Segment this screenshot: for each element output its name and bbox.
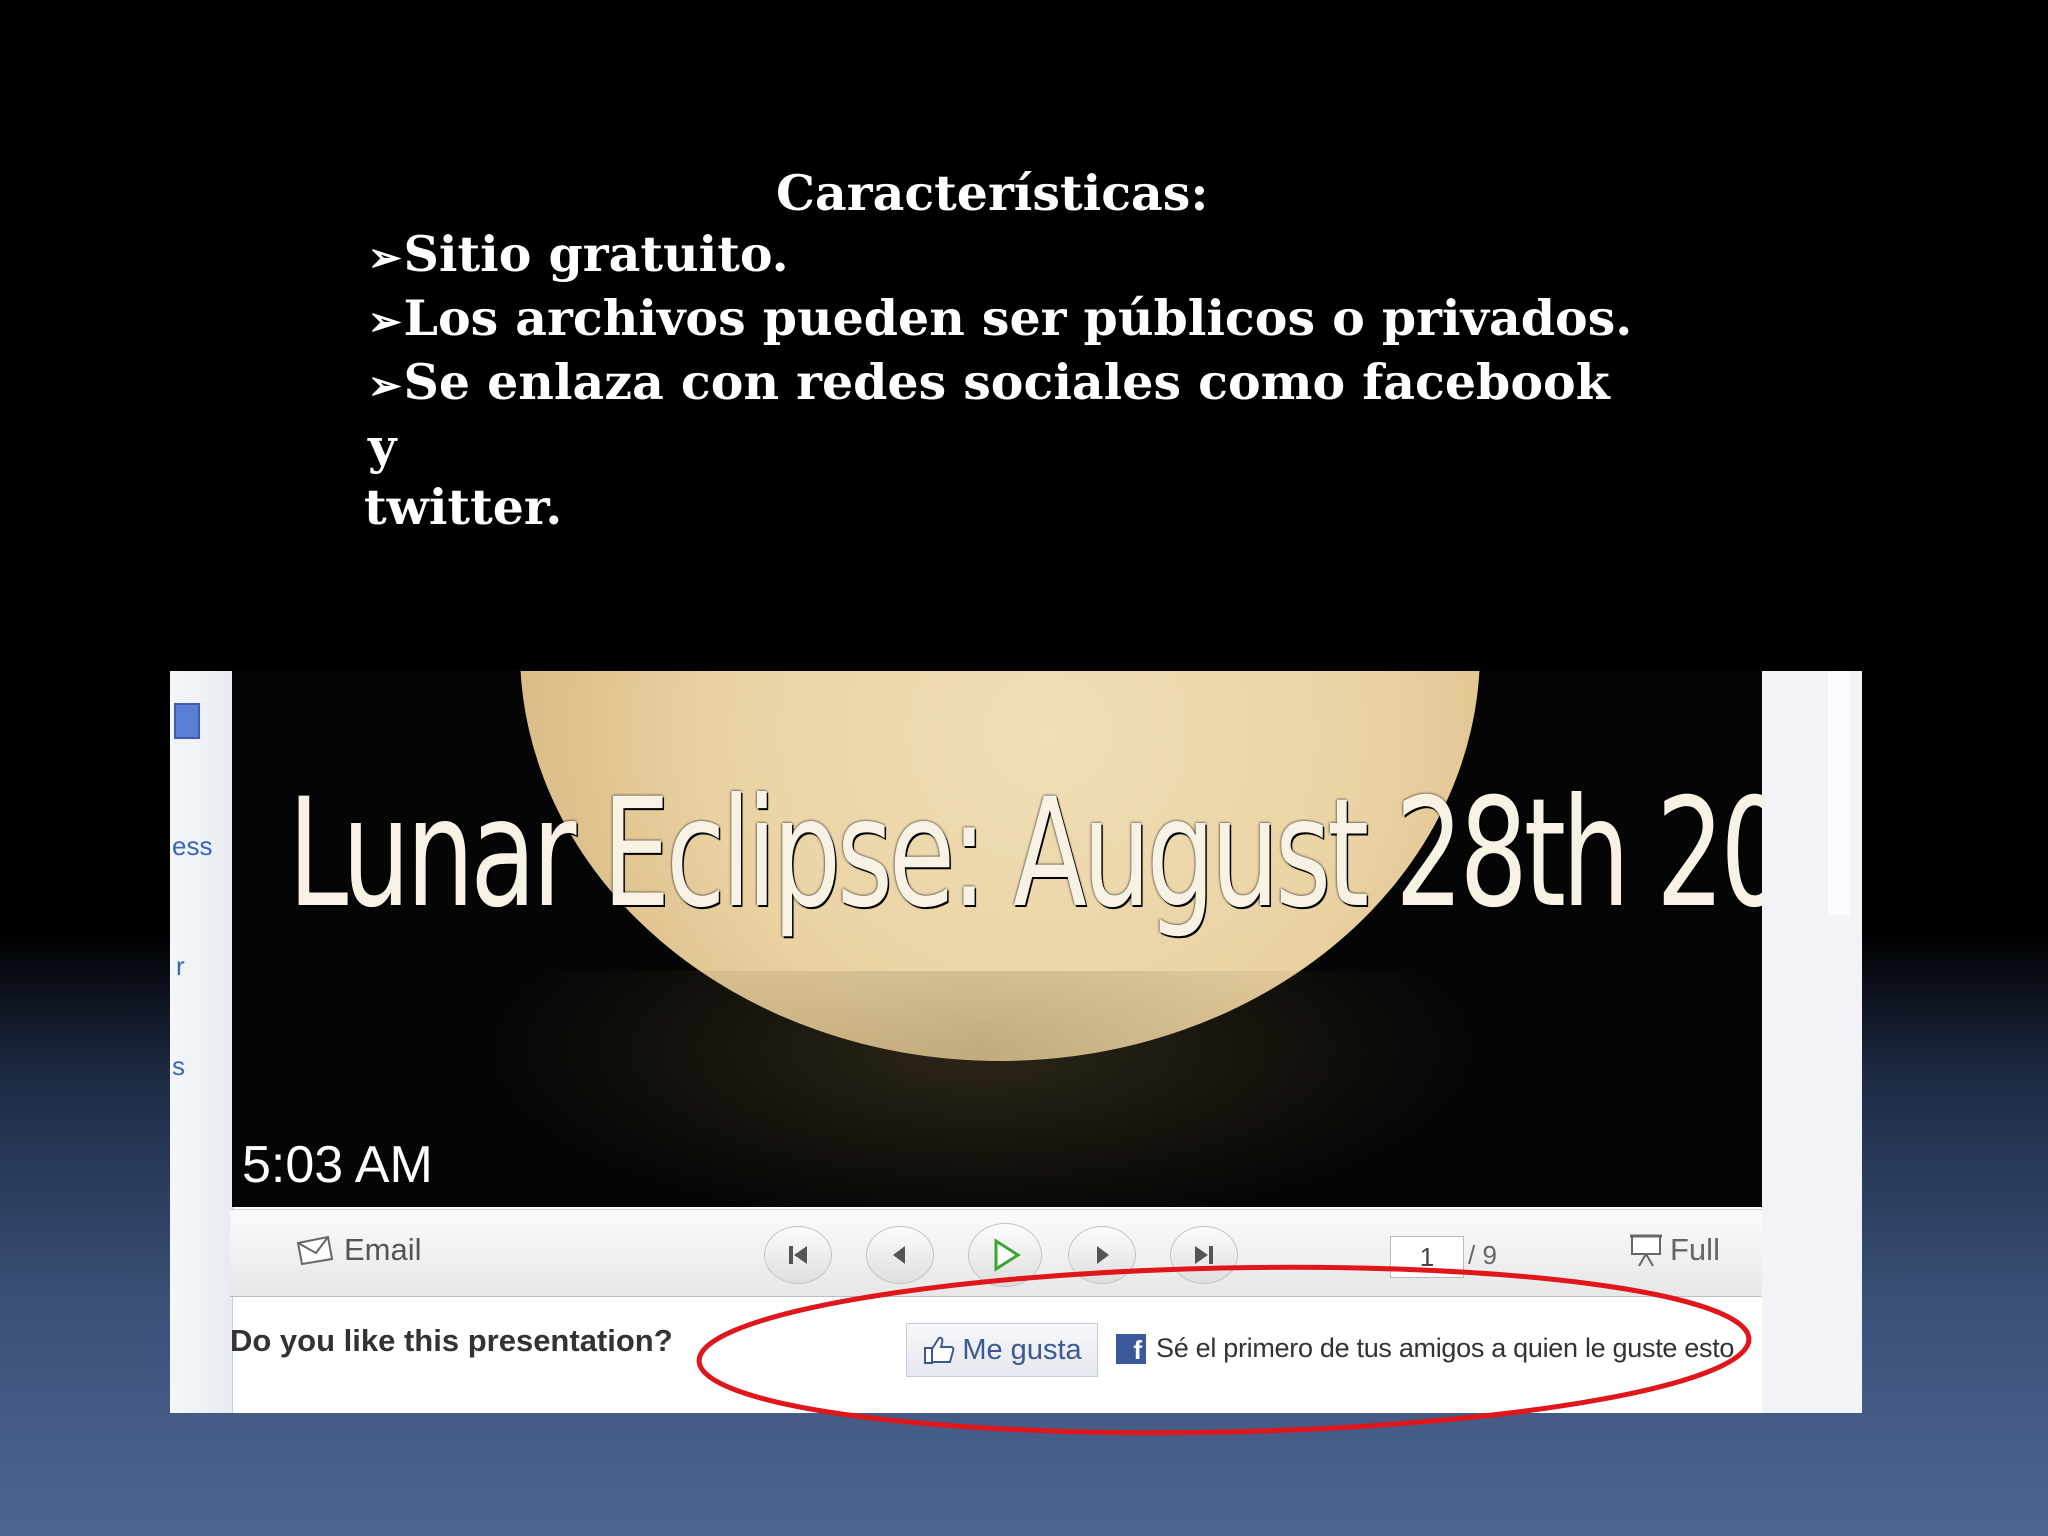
slide-title: Características: — [776, 164, 1209, 222]
sidebar-text-fragment[interactable]: s — [172, 1051, 185, 1082]
player-controls: Email 1 / 9 Full — [230, 1209, 1762, 1297]
arrow-bullet-icon: ➢ — [368, 362, 402, 409]
full-label: Full — [1670, 1232, 1720, 1267]
moon-glow — [482, 971, 1482, 1207]
sidebar-text-fragment[interactable]: ess — [172, 831, 212, 862]
previous-icon — [893, 1246, 905, 1264]
fullscreen-button[interactable]: Full — [1626, 1230, 1720, 1270]
facebook-social-text: f Sé el primero de tus amigos a quien le… — [1116, 1333, 1742, 1365]
bullet-item: ➢Los archivos pueden ser públicos o priv… — [368, 289, 1633, 347]
right-panel — [1762, 671, 1862, 1413]
presentation-screenshot: ess r s Lunar Eclipse: August 28th 2007 … — [170, 671, 1862, 1413]
page-total: / 9 — [1468, 1240, 1497, 1270]
last-slide-button[interactable] — [1170, 1226, 1238, 1284]
sidebar-button[interactable] — [174, 703, 200, 739]
arrow-bullet-icon: ➢ — [368, 234, 402, 281]
thumbs-up-icon — [924, 1336, 955, 1364]
email-label: Email — [344, 1232, 422, 1267]
skip-forward-icon — [1195, 1246, 1213, 1264]
play-icon — [994, 1238, 1021, 1272]
bullet-item-continuation: twitter. — [364, 478, 563, 536]
feature-list: ➢Sitio gratuito. ➢Los archivos pueden se… — [364, 224, 1638, 538]
next-slide-button[interactable] — [1068, 1226, 1136, 1284]
play-button[interactable] — [968, 1223, 1042, 1287]
bullet-item: ➢Sitio gratuito. — [368, 225, 789, 283]
skip-back-icon — [789, 1246, 807, 1264]
like-prompt: Do you like this presentation? — [230, 1323, 673, 1359]
facebook-icon: f — [1116, 1333, 1146, 1365]
embedded-slide-title: Lunar Eclipse: August 28th 2007 — [288, 767, 1762, 941]
time-label: 5:03 AM — [242, 1136, 433, 1194]
bullet-item: ➢Se enlaza con redes sociales como faceb… — [368, 353, 1610, 475]
sidebar-fragment: ess r s — [170, 671, 233, 1413]
projector-screen-icon — [1630, 1234, 1662, 1267]
like-button[interactable]: Me gusta — [906, 1323, 1098, 1377]
email-button[interactable]: Email — [294, 1232, 422, 1268]
page-number-input[interactable]: 1 — [1390, 1236, 1464, 1278]
next-icon — [1097, 1246, 1109, 1264]
facebook-like-count-text: Sé el primero de tus amigos a quien le g… — [1156, 1333, 1742, 1363]
scrollbar[interactable] — [1828, 671, 1850, 915]
like-question: Do you like this presentation? — [230, 1323, 673, 1358]
previous-slide-button[interactable] — [866, 1226, 934, 1284]
arrow-bullet-icon: ➢ — [368, 298, 402, 345]
envelope-icon — [296, 1235, 334, 1266]
first-slide-button[interactable] — [764, 1226, 832, 1284]
like-button-label: Me gusta — [962, 1333, 1082, 1366]
sidebar-text-fragment[interactable]: r — [176, 951, 185, 982]
slide-viewer[interactable]: Lunar Eclipse: August 28th 2007 5:03 AM — [232, 671, 1762, 1207]
